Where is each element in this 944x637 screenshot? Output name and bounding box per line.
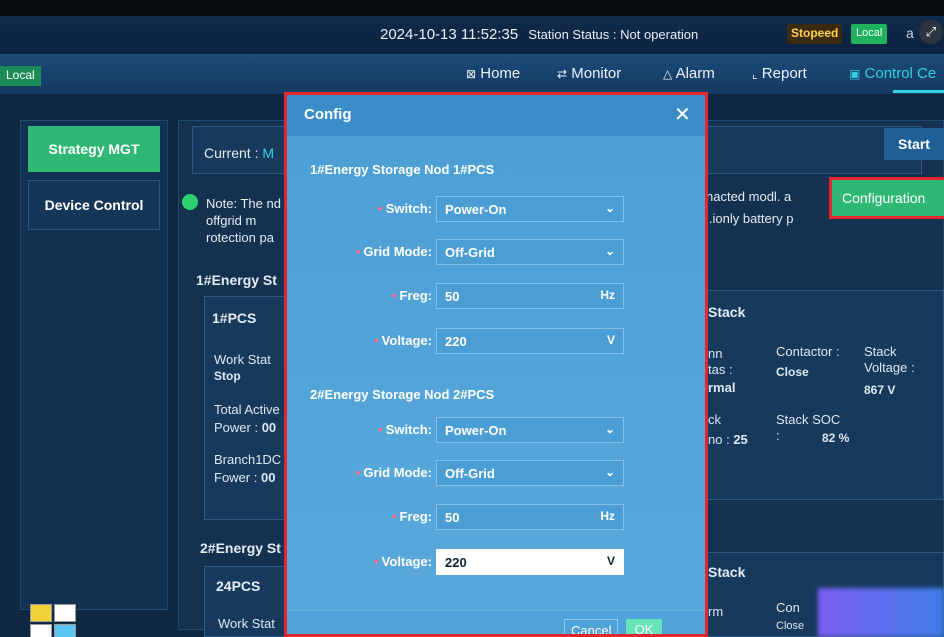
bottom-icons [30, 604, 78, 637]
stack-title: Stack [708, 304, 746, 320]
note-right: nacted modl. a l.ionly battery p [706, 189, 794, 226]
blurred-region [818, 588, 944, 637]
no-row: no : 25 [708, 432, 748, 447]
contactor-label: Contactor : [776, 344, 840, 359]
node1-title: 1#Energy St [196, 272, 277, 288]
fullscreen-icon[interactable]: ⤢ [919, 20, 943, 44]
total-active-label: Total Active [214, 402, 280, 417]
top-strip [0, 0, 944, 16]
stack-card [700, 290, 944, 500]
stack-soc-value: 82 % [822, 431, 850, 445]
strategy-mgt-button[interactable]: Strategy MGT [28, 126, 160, 172]
con-label: Con [776, 600, 800, 615]
yellow-tile-icon[interactable] [30, 604, 52, 622]
device-control-button[interactable]: Device Control [28, 180, 160, 230]
stack2-title: Stack [708, 564, 746, 580]
status-badge: Stopeed [787, 24, 843, 44]
conn-label: nn [708, 346, 723, 361]
blue-tile-icon[interactable] [54, 624, 76, 637]
work-state2-label: Work Stat [218, 616, 275, 631]
station-status: Station Status : Not operation [528, 27, 699, 42]
status-suffix: a [906, 25, 914, 41]
current-strategy-label: Current : M [204, 145, 275, 161]
contactor-value: Close [776, 365, 809, 379]
nav-control-center[interactable]: ▣ Control Ce [849, 65, 936, 82]
node2-title: 2#Energy St [200, 540, 281, 556]
status-line: 2024-10-13 11:52:35 Station Status : Not… [380, 26, 698, 43]
main-nav: Local ⊠ Home ⇄ Monitor △ Alarm ⌞ Report … [0, 54, 944, 94]
nav-active-underline [893, 90, 944, 93]
note-text: Note: The nd offgrid m rotection pa [206, 196, 281, 245]
report-icon: ⌞ [752, 67, 758, 81]
local-button[interactable]: Local [851, 24, 888, 44]
configuration-button[interactable]: Configuration [829, 177, 944, 219]
white-tile-icon[interactable] [54, 604, 76, 622]
start-button[interactable]: Start [884, 128, 944, 160]
nav-report[interactable]: ⌞ Report [752, 65, 807, 82]
monitor-icon: ⇄ [557, 67, 568, 81]
status-label: tas : [708, 362, 733, 377]
stack-voltage-value: 867 V [864, 383, 896, 397]
nav-alarm[interactable]: △ Alarm [663, 65, 715, 82]
control-icon: ▣ [849, 67, 861, 81]
work-state-value: Stop [214, 369, 241, 383]
node1-pcs-title: 1#PCS [212, 310, 257, 326]
branch-label: Branch1DC [214, 452, 282, 467]
modal-highlight-frame [284, 92, 708, 637]
fower-row: Fower : 00 [214, 470, 276, 485]
current-strategy-value: M [262, 145, 275, 161]
rm-label: rm [708, 604, 724, 619]
status-bar: 2024-10-13 11:52:35 Station Status : Not… [0, 16, 944, 54]
close2-label: Close [776, 620, 805, 632]
power-row: Power : 00 [214, 420, 277, 435]
stack-voltage-label: Stack Voltage : [864, 344, 915, 375]
status-value: rmal [708, 380, 736, 395]
node2-pcs-title: 24PCS [216, 578, 261, 594]
nav-monitor[interactable]: ⇄ Monitor [557, 65, 621, 82]
datetime: 2024-10-13 11:52:35 [380, 26, 519, 43]
white-tile2-icon[interactable] [30, 624, 52, 637]
alarm-icon: △ [663, 67, 673, 81]
nav-home[interactable]: ⊠ Home [466, 65, 520, 82]
work-state-label: Work Stat [214, 352, 271, 367]
home-icon: ⊠ [466, 67, 477, 81]
ck-label: ck [708, 412, 721, 427]
local-tag: Local [0, 66, 41, 86]
